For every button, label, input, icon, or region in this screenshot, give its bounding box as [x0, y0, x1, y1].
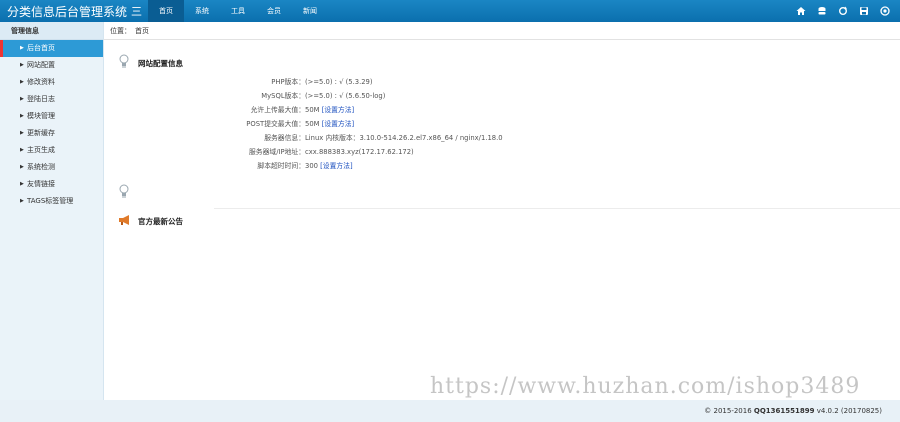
- config-section: 网站配置信息 PHP版本： (>=5.0) : √ (5.3.29) MySQL…: [104, 52, 900, 182]
- sidebar-item-label: 修改资料: [27, 78, 55, 86]
- info-value: Linux 内核版本：3.10.0-514.26.2.el7.x86_64 / …: [305, 134, 503, 142]
- section-divider: [214, 208, 900, 209]
- info-row-post-max: POST提交最大值： 50M [设置方法]: [104, 117, 900, 131]
- top-nav: 首页 系统 工具 会员 新闻: [148, 0, 328, 22]
- save-icon[interactable]: [858, 6, 869, 17]
- top-icons: [795, 0, 890, 22]
- megaphone-icon: [118, 214, 132, 228]
- refresh-icon[interactable]: [837, 6, 848, 17]
- announcement-section: 官方最新公告: [104, 212, 900, 232]
- caret-right-icon: ▶: [20, 62, 24, 68]
- info-label: 服务器域/IP地址：: [249, 148, 305, 156]
- sidebar-header: 管理信息: [0, 22, 103, 40]
- contact-qq: QQ1361551899: [753, 407, 815, 415]
- sidebar-item-edit-profile[interactable]: ▶ 修改资料: [0, 74, 103, 91]
- sidebar-item-system-check[interactable]: ▶ 系统检测: [0, 159, 103, 176]
- sidebar-item-label: 友情链接: [27, 180, 55, 188]
- sidebar-item-modules[interactable]: ▶ 模块管理: [0, 108, 103, 125]
- version-text: v4.0.2 (20170825): [814, 407, 882, 415]
- lightbulb-icon: [118, 184, 132, 198]
- info-row-server-ip: 服务器域/IP地址： cxx.888383.xyz(172.17.62.172): [104, 145, 900, 159]
- info-value: 300: [305, 162, 321, 170]
- sidebar-item-label: TAGS标签管理: [27, 197, 74, 205]
- copyright-prefix: © 2015-2016: [704, 407, 754, 415]
- announcement-title: 官方最新公告: [138, 217, 183, 226]
- breadcrumb-current[interactable]: 首页: [135, 27, 149, 35]
- sidebar-item-friend-links[interactable]: ▶ 友情链接: [0, 176, 103, 193]
- info-row-php: PHP版本： (>=5.0) : √ (5.3.29): [104, 75, 900, 89]
- info-label: PHP版本：: [271, 78, 305, 86]
- info-value: cxx.888383.xyz(172.17.62.172): [305, 148, 414, 156]
- nav-news[interactable]: 新闻: [292, 0, 328, 22]
- lightbulb-icon: [118, 54, 132, 68]
- caret-right-icon: ▶: [20, 181, 24, 187]
- caret-right-icon: ▶: [20, 113, 24, 119]
- info-label: MySQL版本：: [261, 92, 305, 100]
- breadcrumb-label: 位置：: [110, 27, 131, 35]
- power-icon[interactable]: [879, 6, 890, 17]
- nav-system[interactable]: 系统: [184, 0, 220, 22]
- info-label: 脚本超时时间：: [257, 162, 305, 170]
- caret-right-icon: ▶: [20, 164, 24, 170]
- nav-home[interactable]: 首页: [148, 0, 184, 22]
- watermark: https://www.huzhan.com/ishop3489: [430, 374, 861, 399]
- info-label: 服务器信息：: [264, 134, 305, 142]
- caret-right-icon: ▶: [20, 45, 24, 51]
- sidebar-item-label: 网站配置: [27, 61, 55, 69]
- sidebar-item-generate-home[interactable]: ▶ 主页生成: [0, 142, 103, 159]
- info-row-upload-max: 允许上传最大值： 50M [设置方法]: [104, 103, 900, 117]
- info-value: 50M: [305, 120, 322, 128]
- breadcrumb: 位置： 首页: [104, 22, 900, 40]
- info-label: 允许上传最大值：: [250, 106, 305, 114]
- sidebar-item-login-log[interactable]: ▶ 登陆日志: [0, 91, 103, 108]
- home-icon[interactable]: [795, 6, 806, 17]
- database-icon[interactable]: [816, 6, 827, 17]
- top-bar: 分类信息后台管理系统 三 首页 系统 工具 会员 新闻: [0, 0, 900, 22]
- footer: © 2015-2016 QQ1361551899 v4.0.2 (2017082…: [0, 400, 900, 422]
- nav-members[interactable]: 会员: [256, 0, 292, 22]
- nav-tools[interactable]: 工具: [220, 0, 256, 22]
- caret-right-icon: ▶: [20, 147, 24, 153]
- caret-right-icon: ▶: [20, 130, 24, 136]
- sidebar-item-site-config[interactable]: ▶ 网站配置: [0, 57, 103, 74]
- sidebar-item-home[interactable]: ▶ 后台首页: [0, 40, 103, 57]
- config-title: 网站配置信息: [138, 59, 183, 68]
- sidebar-item-label: 系统检测: [27, 163, 55, 171]
- sidebar-item-label: 更新缓存: [27, 129, 55, 137]
- menu-toggle-icon[interactable]: 三: [131, 3, 142, 19]
- info-value: 50M: [305, 106, 322, 114]
- spacer-section: [104, 182, 900, 210]
- app-title: 分类信息后台管理系统: [7, 5, 128, 19]
- copyright: © 2015-2016 QQ1361551899 v4.0.2 (2017082…: [704, 407, 882, 415]
- info-row-mysql: MySQL版本： (>=5.0) : √ (5.6.50-log): [104, 89, 900, 103]
- info-row-timeout: 脚本超时时间： 300 [设置方法]: [104, 159, 900, 173]
- setup-method-link[interactable]: [设置方法]: [322, 106, 355, 114]
- setup-method-link[interactable]: [设置方法]: [320, 162, 353, 170]
- sidebar-item-label: 主页生成: [27, 146, 55, 154]
- sidebar: 管理信息 ▶ 后台首页 ▶ 网站配置 ▶ 修改资料 ▶ 登陆日志 ▶ 模块管理 ▶ 更新缓存…: [0, 22, 104, 400]
- sidebar-item-label: 登陆日志: [27, 95, 55, 103]
- sidebar-item-tags[interactable]: ▶ TAGS标签管理: [0, 193, 103, 210]
- sidebar-item-label: 模块管理: [27, 112, 55, 120]
- info-row-server: 服务器信息： Linux 内核版本：3.10.0-514.26.2.el7.x8…: [104, 131, 900, 145]
- caret-right-icon: ▶: [20, 96, 24, 102]
- setup-method-link[interactable]: [设置方法]: [322, 120, 355, 128]
- caret-right-icon: ▶: [20, 79, 24, 85]
- info-label: POST提交最大值：: [246, 120, 305, 128]
- caret-right-icon: ▶: [20, 198, 24, 204]
- sidebar-item-update-cache[interactable]: ▶ 更新缓存: [0, 125, 103, 142]
- sidebar-item-label: 后台首页: [27, 44, 55, 52]
- info-value: (>=5.0) : √ (5.3.29): [305, 78, 373, 86]
- info-value: (>=5.0) : √ (5.6.50-log): [305, 92, 386, 100]
